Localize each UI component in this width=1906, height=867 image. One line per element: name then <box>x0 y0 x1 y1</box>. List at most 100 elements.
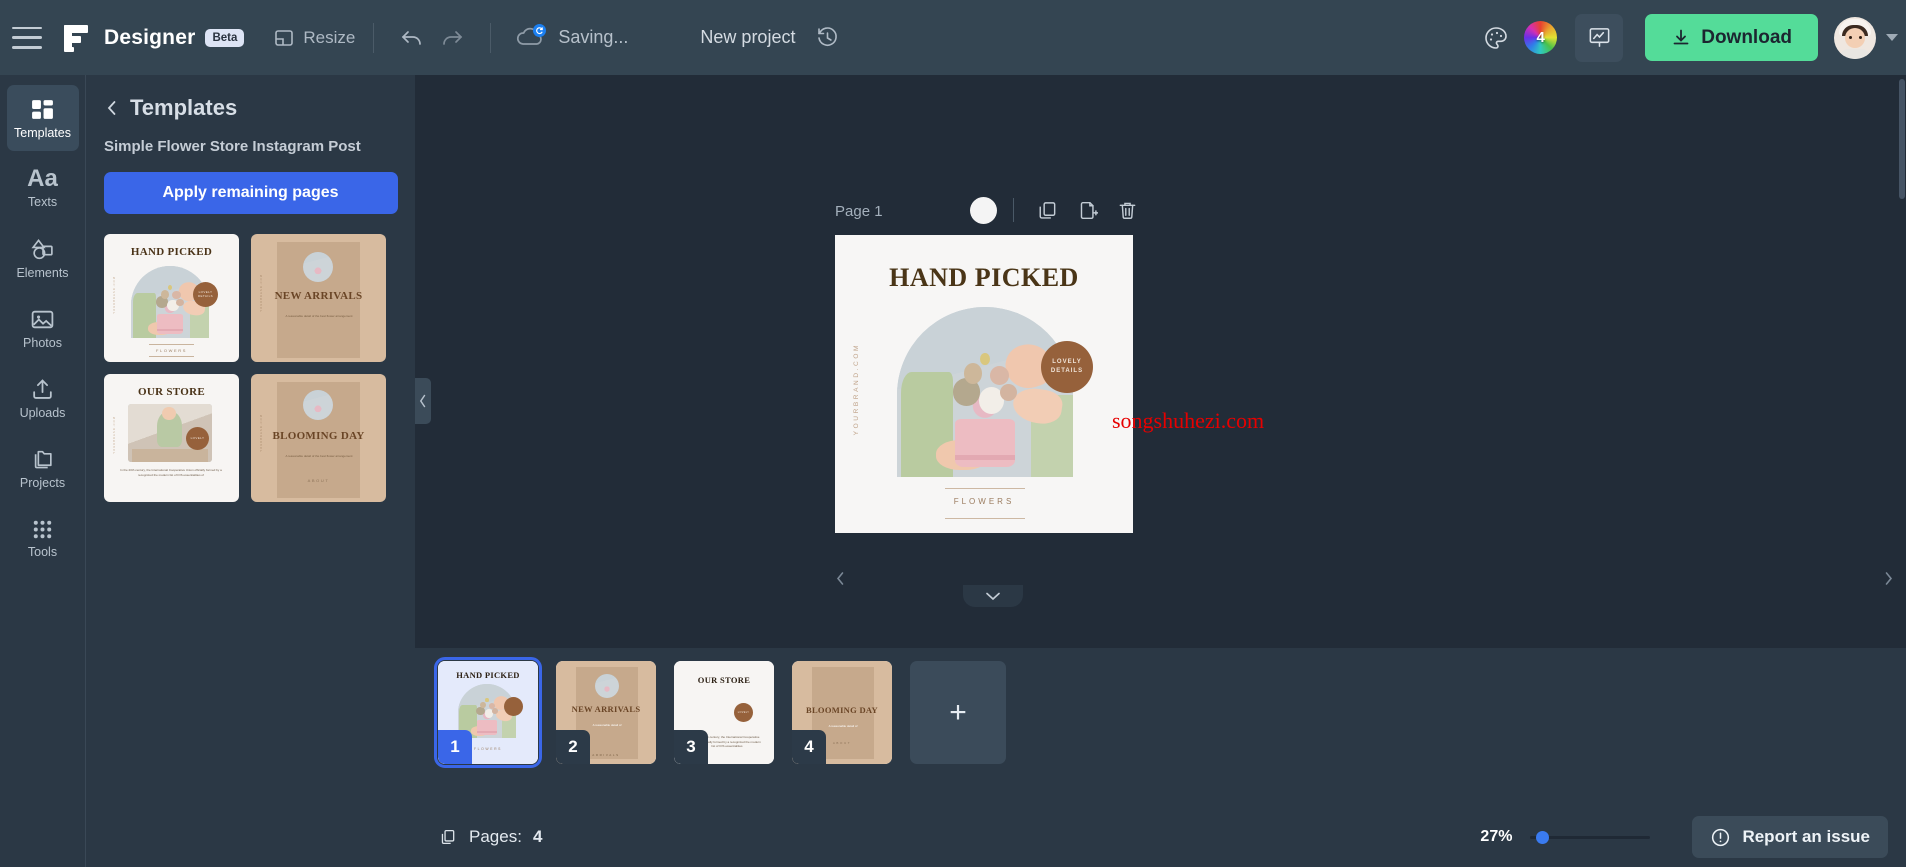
hamburger-icon[interactable] <box>12 26 42 49</box>
pages-count-value: 4 <box>532 827 543 846</box>
template-card[interactable]: HAND PICKED YOURBRAND.COM LOVELY DETAILS… <box>104 234 239 362</box>
sidebar-item-texts[interactable]: Aa Texts <box>7 155 79 221</box>
avatar <box>1834 16 1876 59</box>
download-icon <box>1671 28 1691 48</box>
panel-header: Templates <box>86 75 415 121</box>
page-background-color[interactable] <box>970 196 997 224</box>
pages-strip: HAND PICKED FLOWERS 1 NEW ARRIVALS A rea… <box>415 648 1906 867</box>
templates-panel: Templates Simple Flower Store Instagram … <box>85 75 415 867</box>
sidebar-item-label: Photos <box>23 335 62 350</box>
template-card[interactable]: NEW ARRIVALS YOURBRAND.COM A reasonable … <box>251 234 386 362</box>
artboard-photo <box>897 307 1073 477</box>
template-card[interactable]: BLOOMING DAY YOURBRAND.COM A reasonable … <box>251 374 386 502</box>
sidebar-item-tools[interactable]: Tools <box>7 505 79 571</box>
template-title: OUR STORE <box>138 386 205 398</box>
divider-3 <box>1013 198 1014 222</box>
page-thumb-title: BLOOMING DAY <box>805 705 878 715</box>
chevron-left-icon[interactable] <box>104 99 120 117</box>
page-number-badge: 2 <box>556 730 590 764</box>
artboard-rule-top <box>945 488 1025 489</box>
topbar-right-group: 4 Download <box>1482 13 1906 62</box>
sidebar-item-photos[interactable]: Photos <box>7 295 79 361</box>
page-toolbar <box>970 193 1150 227</box>
divider-1 <box>373 22 375 53</box>
page-thumb-title: NEW ARRIVALS <box>571 704 641 714</box>
template-badge: LOVELY DETAILS <box>193 282 218 307</box>
collapse-panel-handle[interactable] <box>415 378 431 424</box>
delete-page-icon[interactable] <box>1110 193 1144 227</box>
collapse-pages-strip-button[interactable] <box>963 585 1023 607</box>
zoom-slider[interactable] <box>1530 830 1651 844</box>
artboard-rule-bottom <box>945 518 1025 519</box>
page-label: Page 1 <box>835 203 883 220</box>
add-page-icon[interactable] <box>1070 193 1104 227</box>
undo-icon[interactable] <box>392 18 432 58</box>
photos-icon <box>30 307 55 332</box>
zoom-slider-handle[interactable] <box>1536 830 1550 844</box>
palette-icon[interactable] <box>1482 24 1510 52</box>
page-thumb-title: OUR STORE <box>697 675 751 685</box>
page-number-badge: 4 <box>792 730 826 764</box>
zoom-control: 27% Report an issue <box>1480 816 1888 858</box>
page-thumbnail[interactable]: OUR STORE LOVELY In the 20th century, th… <box>674 661 774 764</box>
artboard-title: HAND PICKED <box>889 263 1079 292</box>
uploads-icon <box>30 377 55 402</box>
page-thumbnail[interactable]: HAND PICKED FLOWERS 1 <box>434 657 542 768</box>
add-page-button[interactable]: + <box>910 661 1006 764</box>
page-thumbnail[interactable]: BLOOMING DAY A reasonable detail of ABOU… <box>792 661 892 764</box>
report-issue-button[interactable]: Report an issue <box>1692 816 1888 858</box>
user-menu[interactable] <box>1834 16 1898 59</box>
sidebar-item-elements[interactable]: Elements <box>7 225 79 291</box>
template-card[interactable]: OUR STORE YOURBRAND.COM LOVELY In the 20… <box>104 374 239 502</box>
page-number-badge: 3 <box>674 730 708 764</box>
artboard-caption: FLOWERS <box>953 497 1015 506</box>
redo-icon[interactable] <box>432 18 472 58</box>
brand-colors-count: 4 <box>1536 29 1545 46</box>
canvas-vertical-scrollbar[interactable] <box>1898 75 1906 648</box>
left-rail: Templates Aa Texts Elements Photos Uploa… <box>0 75 85 867</box>
scroll-right-icon[interactable] <box>1883 571 1894 586</box>
designer-logo-icon <box>60 23 90 53</box>
duplicate-page-icon[interactable] <box>1030 193 1064 227</box>
sidebar-item-templates[interactable]: Templates <box>6 85 79 151</box>
sidebar-item-label: Texts <box>27 195 58 209</box>
download-label: Download <box>1701 26 1792 48</box>
present-icon[interactable] <box>1575 13 1624 62</box>
template-caption: FLOWERS <box>156 348 187 353</box>
zoom-level: 27% <box>1480 828 1513 845</box>
projects-icon <box>30 447 55 472</box>
chevron-down-icon[interactable] <box>1886 34 1898 41</box>
template-set-name: Simple Flower Store Instagram Post <box>104 138 361 155</box>
template-title: BLOOMING DAY <box>272 430 365 442</box>
scroll-left-icon[interactable] <box>835 571 846 586</box>
project-name[interactable]: New project <box>700 27 795 48</box>
beta-badge: Beta <box>205 28 245 47</box>
template-caption: ABOUT <box>307 478 330 483</box>
app-title: Designer <box>104 25 196 49</box>
sidebar-item-projects[interactable]: Projects <box>7 435 79 501</box>
brand-colors-button[interactable]: 4 <box>1524 21 1558 54</box>
divider-2 <box>490 22 492 53</box>
templates-icon <box>30 97 55 122</box>
download-button[interactable]: Download <box>1645 14 1818 61</box>
page-title: Templates <box>130 95 238 120</box>
history-icon[interactable] <box>815 25 840 50</box>
resize-button[interactable]: Resize <box>274 28 355 48</box>
artboard-badge-line2: DETAILS <box>1050 368 1084 374</box>
template-side-text: YOURBRAND.COM <box>260 414 263 452</box>
sidebar-item-uploads[interactable]: Uploads <box>7 365 79 431</box>
text-icon: Aa <box>27 165 58 192</box>
apply-remaining-pages-button[interactable]: Apply remaining pages <box>103 172 398 214</box>
page-thumbnail[interactable]: NEW ARRIVALS A reasonable detail of ARRI… <box>556 661 656 764</box>
resize-label: Resize <box>303 27 356 47</box>
elements-icon <box>30 237 55 262</box>
template-badge: LOVELY <box>186 427 209 450</box>
canvas-area[interactable]: Page 1 HAND PICKED YOURBRAND.COM LOVELY … <box>415 75 1906 648</box>
artboard-badge: LOVELY DETAILS <box>1041 341 1093 393</box>
tools-icon <box>31 518 54 541</box>
sidebar-item-label: Projects <box>19 475 66 490</box>
template-grid: HAND PICKED YOURBRAND.COM LOVELY DETAILS… <box>86 214 415 502</box>
artboard-page-1[interactable]: HAND PICKED YOURBRAND.COM LOVELY DETAILS… <box>835 235 1133 533</box>
template-side-text: YOURBRAND.COM <box>113 276 116 314</box>
status-bar: Pages: 4 27% Report an issue <box>415 807 1906 867</box>
